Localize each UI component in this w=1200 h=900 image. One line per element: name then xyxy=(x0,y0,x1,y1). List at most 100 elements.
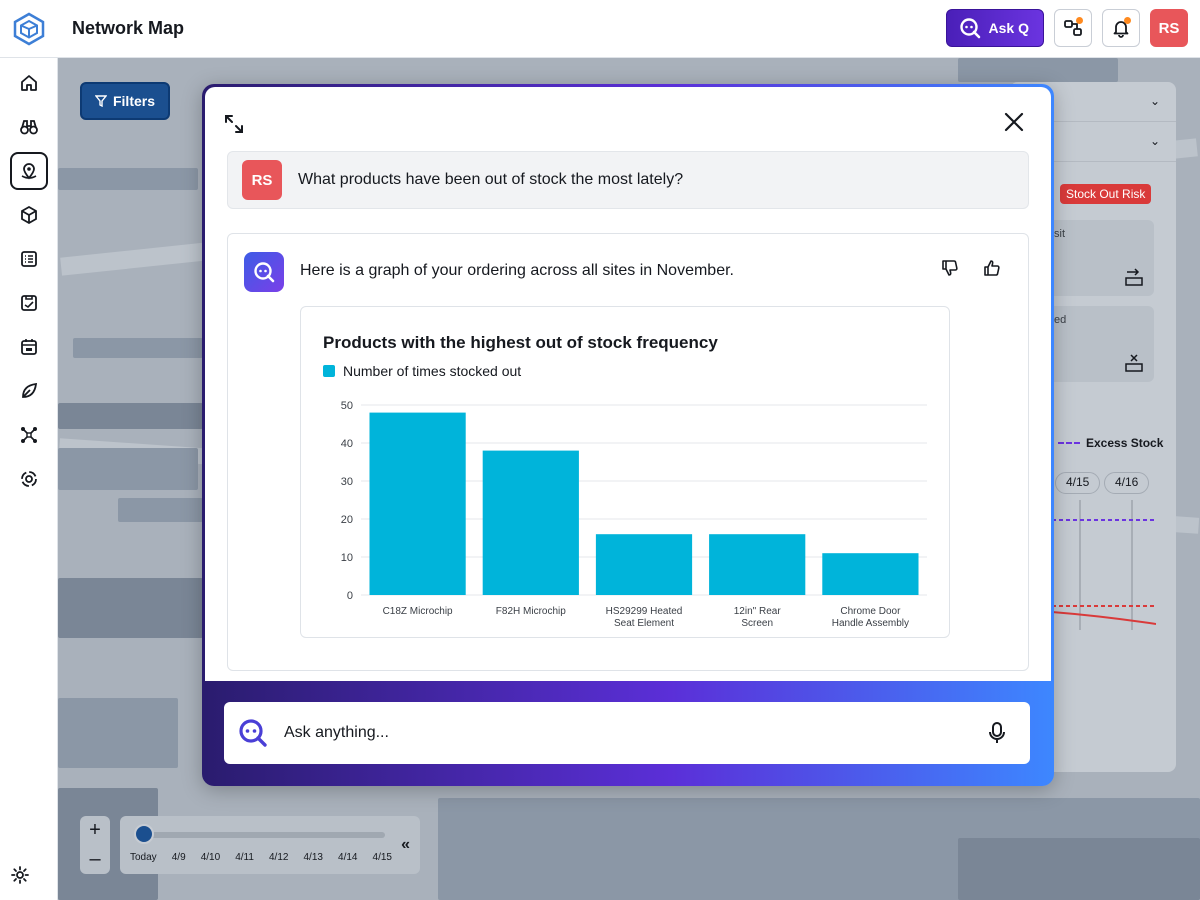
zoom-in-button[interactable]: + xyxy=(89,819,101,842)
in-transit-card[interactable]: sit xyxy=(1040,220,1154,296)
y-tick-label: 30 xyxy=(341,476,353,488)
nav-explore[interactable] xyxy=(10,108,48,146)
legend-swatch xyxy=(323,365,335,377)
x-tick-label: F82H Microchip xyxy=(496,606,566,617)
timeline-slider[interactable]: Today 4/9 4/10 4/11 4/12 4/13 4/14 4/15 … xyxy=(120,816,420,874)
nav-list[interactable] xyxy=(10,240,48,278)
x-tick-label: 12in" Rear xyxy=(734,606,782,617)
nav-network[interactable] xyxy=(10,416,48,454)
home-icon xyxy=(20,75,37,91)
binoculars-icon xyxy=(19,120,38,135)
date-tab[interactable]: 4/15 xyxy=(1055,472,1101,494)
app-logo[interactable] xyxy=(0,0,58,58)
nav-home[interactable] xyxy=(10,64,48,102)
delayed-card[interactable]: ed xyxy=(1040,306,1154,382)
nav-sustainability[interactable] xyxy=(10,372,48,410)
chart-legend: Number of times stocked out xyxy=(323,363,521,379)
thumbs-down-icon[interactable] xyxy=(940,258,960,278)
x-tick-label: Handle Assembly xyxy=(832,618,909,629)
card-label: sit xyxy=(1054,228,1065,240)
thumbs-up-icon[interactable] xyxy=(982,258,1002,278)
collapse-timeline-icon[interactable]: « xyxy=(401,836,410,854)
notification-dot xyxy=(1124,17,1131,24)
y-tick-label: 40 xyxy=(341,438,353,450)
nav-network-map[interactable] xyxy=(9,152,48,190)
filters-button[interactable]: Filters xyxy=(80,82,170,120)
chevron-down-icon: ⌄ xyxy=(1149,94,1160,108)
y-tick-label: 0 xyxy=(347,590,353,602)
timeline-label: 4/10 xyxy=(200,852,221,863)
timeline-labels: Today 4/9 4/10 4/11 4/12 4/13 4/14 4/15 xyxy=(130,852,392,863)
q-assistant-icon xyxy=(239,719,267,747)
legend-dash xyxy=(1058,442,1080,444)
timeline-label: 4/14 xyxy=(338,852,358,863)
legend-label: Excess Stock xyxy=(1086,436,1164,450)
card-label: ed xyxy=(1054,314,1067,326)
q-assistant-icon xyxy=(959,18,980,39)
mini-stock-chart xyxy=(1052,500,1156,630)
x-tick-label: HS29299 Heated xyxy=(606,606,683,617)
answer-text: Here is a graph of your ordering across … xyxy=(300,262,734,279)
page-title: Network Map xyxy=(72,18,185,38)
nav-tasks[interactable] xyxy=(10,284,48,322)
map-building xyxy=(58,168,198,190)
map-building xyxy=(118,498,203,522)
expand-icon[interactable] xyxy=(223,113,245,135)
timeline-label: 4/11 xyxy=(235,852,254,863)
map-pin-icon xyxy=(21,163,36,180)
connections-button[interactable] xyxy=(1054,9,1092,47)
assistant-answer: Here is a graph of your ordering across … xyxy=(227,233,1029,671)
bar-chart: Products with the highest out of stock f… xyxy=(300,306,950,638)
notifications-button[interactable] xyxy=(1102,9,1140,47)
user-avatar[interactable]: RS xyxy=(1150,9,1188,47)
box-cancel-icon xyxy=(1125,354,1143,372)
zoom-out-button[interactable]: – xyxy=(89,848,100,871)
zoom-controls: + – xyxy=(80,816,110,874)
y-tick-label: 10 xyxy=(341,552,353,564)
list-icon xyxy=(20,251,37,267)
timeline-label: 4/12 xyxy=(268,852,289,863)
ask-q-button[interactable]: Ask Q xyxy=(945,9,1044,47)
nav-inventory[interactable] xyxy=(10,196,48,234)
date-tab[interactable]: 4/16 xyxy=(1104,472,1150,494)
chart-bar xyxy=(369,412,466,595)
map-building xyxy=(58,448,198,490)
timeline-handle[interactable] xyxy=(134,824,154,844)
timeline-label: 4/15 xyxy=(372,852,392,863)
chart-bar xyxy=(482,450,579,595)
x-tick-label: C18Z Microchip xyxy=(383,606,453,617)
filter-icon xyxy=(94,95,107,107)
conversation-panel: RS What products have been out of stock … xyxy=(205,87,1051,681)
chart-title: Products with the highest out of stock f… xyxy=(323,333,718,352)
gear-icon xyxy=(11,866,29,884)
excess-stock-legend: Excess Stock xyxy=(1058,436,1163,450)
ask-input-bar xyxy=(224,702,1030,764)
close-icon[interactable] xyxy=(1003,111,1025,133)
microphone-icon[interactable] xyxy=(988,722,1006,744)
ask-input[interactable] xyxy=(284,724,944,742)
timeline-track[interactable] xyxy=(140,832,385,838)
nav-calendar[interactable] xyxy=(10,328,48,366)
map-building xyxy=(58,578,203,638)
box-icon xyxy=(20,205,37,225)
chart-plot-area: 0 10 20 30 40 50 C18Z Microchip F82H Microchip H… xyxy=(341,400,927,629)
question-text: What products have been out of stock the… xyxy=(298,171,684,188)
map-building xyxy=(73,338,203,358)
nav-analytics[interactable] xyxy=(10,460,48,498)
x-tick-label: Screen xyxy=(741,618,773,629)
user-question: RS What products have been out of stock … xyxy=(227,151,1029,209)
map-building xyxy=(58,698,178,768)
side-navigation xyxy=(0,58,58,900)
truck-transfer-icon xyxy=(1125,268,1143,286)
ask-q-label: Ask Q xyxy=(988,20,1029,36)
timeline-label: Today xyxy=(130,852,157,863)
cube-logo-icon xyxy=(13,12,45,45)
settings-button[interactable] xyxy=(10,865,30,890)
notification-dot xyxy=(1076,17,1083,24)
y-tick-label: 20 xyxy=(341,514,353,526)
q-assistant-icon xyxy=(254,262,275,283)
x-tick-label: Seat Element xyxy=(614,618,674,629)
timeline-label: 4/13 xyxy=(303,852,323,863)
top-bar: Network Map Ask Q RS xyxy=(0,0,1200,58)
timeline-label: 4/9 xyxy=(171,852,186,863)
